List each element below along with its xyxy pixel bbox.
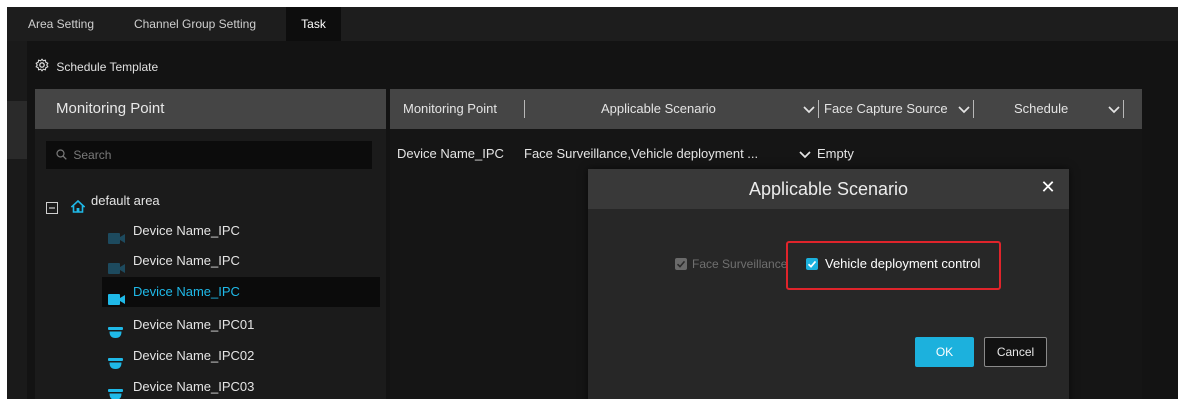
search-placeholder: Search	[73, 148, 112, 162]
collapse-icon[interactable]	[46, 195, 58, 225]
left-navigation-strip	[7, 41, 27, 399]
close-icon[interactable]: ✕	[1038, 177, 1058, 197]
device-name: Device Name_IPC	[133, 284, 240, 299]
app-window: Area Setting Channel Group Setting Task …	[7, 7, 1178, 399]
face-surveillance-label: Face Surveillance	[692, 257, 788, 271]
tree-device[interactable]: Device Name_IPC	[102, 216, 372, 246]
ok-button[interactable]: OK	[915, 337, 974, 367]
device-name: Device Name_IPC	[133, 253, 240, 268]
column-divider	[1123, 100, 1124, 118]
tree-device[interactable]: Device Name_IPC	[102, 246, 372, 276]
device-name: Device Name_IPC01	[133, 317, 255, 332]
tree-device[interactable]: Device Name_IPC03	[102, 372, 372, 399]
face-surveillance-checkbox[interactable]	[675, 258, 687, 270]
applicable-scenario-dialog: Applicable Scenario ✕ Face Surveillance …	[588, 169, 1069, 399]
column-divider	[973, 100, 974, 118]
device-name: Device Name_IPC03	[133, 379, 255, 394]
column-divider	[524, 100, 525, 118]
tree-area-default[interactable]: default area	[46, 186, 346, 216]
home-icon	[69, 194, 87, 224]
schedule-template-button[interactable]: Schedule Template	[35, 52, 158, 82]
device-name: Device Name_IPC02	[133, 348, 255, 363]
gear-icon	[35, 53, 49, 83]
chevron-down-icon[interactable]	[958, 90, 970, 130]
cell-monitoring-point: Device Name_IPC	[397, 146, 504, 161]
chevron-down-icon[interactable]	[803, 90, 815, 130]
monitoring-point-title: Monitoring Point	[35, 89, 386, 129]
column-schedule[interactable]: Schedule	[1014, 89, 1068, 129]
vehicle-deployment-label: Vehicle deployment control	[825, 256, 981, 271]
monitoring-point-panel: Monitoring Point Search default area Dev…	[35, 89, 386, 399]
tab-task[interactable]: Task	[286, 7, 341, 41]
device-name: Device Name_IPC	[133, 223, 240, 238]
dome-camera-icon	[108, 381, 123, 399]
schedule-template-label: Schedule Template	[56, 60, 159, 74]
chevron-down-icon[interactable]	[1108, 90, 1120, 130]
area-label: default area	[91, 193, 160, 208]
cancel-button[interactable]: Cancel	[984, 337, 1047, 367]
table-header: Monitoring Point Applicable Scenario Fac…	[390, 89, 1142, 129]
tab-area-setting[interactable]: Area Setting	[17, 7, 105, 41]
chevron-down-icon[interactable]	[799, 140, 811, 170]
tab-channel-group-setting[interactable]: Channel Group Setting	[115, 7, 275, 41]
left-navigation-selected[interactable]	[7, 101, 27, 159]
dialog-header: Applicable Scenario ✕	[588, 169, 1069, 209]
cell-face-capture-source[interactable]: Empty	[817, 139, 854, 169]
column-face-capture-source[interactable]: Face Capture Source	[824, 89, 948, 129]
cell-applicable-scenario[interactable]: Face Surveillance,Vehicle deployment ...	[524, 139, 758, 169]
tab-bar: Area Setting Channel Group Setting Task	[7, 7, 1178, 41]
tree-device[interactable]: Device Name_IPC01	[102, 310, 372, 340]
column-monitoring-point[interactable]: Monitoring Point	[403, 89, 497, 129]
vehicle-deployment-checkbox[interactable]	[806, 258, 818, 270]
tree-device[interactable]: Device Name_IPC02	[102, 341, 372, 371]
search-input[interactable]: Search	[46, 141, 372, 169]
column-applicable-scenario[interactable]: Applicable Scenario	[601, 89, 716, 129]
tree-device-selected[interactable]: Device Name_IPC	[102, 277, 380, 307]
column-divider	[818, 100, 819, 118]
dialog-title: Applicable Scenario	[748, 179, 909, 199]
search-icon	[56, 142, 67, 170]
